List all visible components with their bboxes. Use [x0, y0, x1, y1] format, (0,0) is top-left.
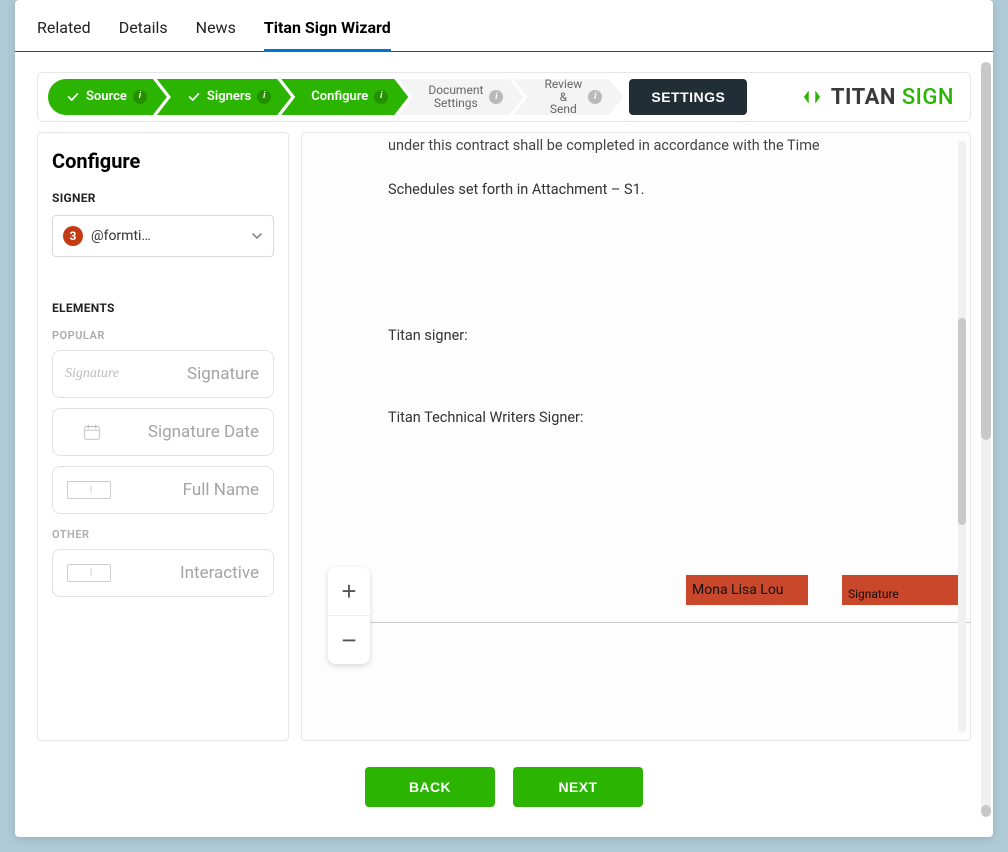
doc-text-schedules: Schedules set forth in Attachment – S1. — [388, 177, 930, 203]
next-button[interactable]: NEXT — [513, 767, 643, 807]
tab-related[interactable]: Related — [37, 18, 91, 51]
chevron-down-icon — [251, 227, 263, 246]
signature-icon: Signature — [67, 366, 117, 382]
popular-group-label: POPULAR — [52, 329, 274, 342]
configure-sidebar: Configure SIGNER 3 @formti… ELEMENTS POP… — [37, 132, 289, 741]
tab-news[interactable]: News — [196, 18, 236, 51]
element-full-name[interactable]: I Full Name — [52, 466, 274, 514]
wizard-bar: Source i Signers i Configure i — [37, 72, 971, 122]
elements-heading: ELEMENTS — [52, 301, 274, 315]
app-window: Related Details News Titan Sign Wizard S… — [15, 0, 993, 837]
step-review-l3: Send — [550, 103, 577, 116]
step-signers-label: Signers — [207, 90, 251, 104]
element-fullname-label: Full Name — [183, 480, 259, 500]
info-icon[interactable]: i — [257, 90, 271, 104]
sidebar-title: Configure — [52, 149, 274, 173]
window-scrollbar[interactable] — [981, 62, 991, 817]
element-signature-date[interactable]: Signature Date — [52, 408, 274, 456]
step-document-settings[interactable]: Document Settings i — [398, 79, 523, 115]
signer-value: @formti… — [91, 228, 243, 244]
step-review-send[interactable]: Review & Send i — [513, 79, 623, 115]
info-icon[interactable]: i — [374, 90, 388, 104]
document-canvas[interactable]: under this contract shall be completed i… — [301, 132, 971, 741]
brand-word-titan: TITAN — [831, 85, 896, 110]
step-source[interactable]: Source i — [48, 79, 167, 115]
step-source-label: Source — [86, 90, 127, 104]
element-sigdate-label: Signature Date — [148, 422, 259, 442]
scrollbar-thumb[interactable] — [981, 62, 991, 440]
wizard-steps: Source i Signers i Configure i — [48, 79, 623, 115]
brand: TITAN SIGN — [799, 84, 960, 110]
doc-text-line-top: under this contract shall be completed i… — [388, 133, 930, 159]
zoom-control: + − — [328, 567, 370, 664]
doc-text-titan-signer: Titan signer: — [388, 323, 930, 349]
check-icon — [187, 90, 201, 104]
back-button[interactable]: BACK — [365, 767, 495, 807]
document-page: under this contract shall be completed i… — [368, 132, 970, 623]
wizard-footer: BACK NEXT — [15, 741, 993, 837]
element-interactive-label: Interactive — [180, 563, 259, 583]
other-group-label: OTHER — [52, 528, 274, 541]
step-configure-label: Configure — [311, 90, 368, 104]
element-signature-label: Signature — [187, 364, 259, 384]
placed-field-name[interactable]: Mona Lisa Lou — [686, 575, 808, 605]
step-docsettings-l2: Settings — [434, 97, 478, 110]
brand-text: TITAN SIGN — [831, 85, 954, 110]
signer-dropdown[interactable]: 3 @formti… — [52, 215, 274, 257]
step-signers[interactable]: Signers i — [157, 79, 291, 115]
check-icon — [66, 90, 80, 104]
tab-titan-sign-wizard[interactable]: Titan Sign Wizard — [264, 18, 391, 51]
record-tabs: Related Details News Titan Sign Wizard — [15, 0, 993, 52]
zoom-in-button[interactable]: + — [328, 567, 370, 615]
main-area: Configure SIGNER 3 @formti… ELEMENTS POP… — [15, 122, 993, 741]
step-review-l1: Review — [544, 78, 582, 91]
brand-logo-icon — [799, 84, 825, 110]
info-icon[interactable]: i — [588, 90, 602, 104]
settings-button[interactable]: SETTINGS — [629, 79, 747, 115]
doc-text-writers-signer: Titan Technical Writers Signer: — [388, 405, 930, 431]
element-interactive[interactable]: I Interactive — [52, 549, 274, 597]
scrollbar-thumb-bottom[interactable] — [981, 805, 991, 817]
step-configure[interactable]: Configure i — [281, 79, 408, 115]
zoom-out-button[interactable]: − — [328, 616, 370, 664]
textbox-icon: I — [67, 564, 111, 582]
scrollbar-thumb[interactable] — [958, 318, 966, 525]
signer-badge: 3 — [63, 226, 83, 246]
info-icon[interactable]: i — [489, 90, 503, 104]
placed-field-signature[interactable]: Signature — [842, 575, 964, 605]
textbox-icon: I — [67, 481, 111, 499]
info-icon[interactable]: i — [133, 90, 147, 104]
calendar-icon — [67, 421, 117, 443]
brand-word-sign: SIGN — [902, 85, 954, 110]
element-signature[interactable]: Signature Signature — [52, 350, 274, 398]
tab-details[interactable]: Details — [119, 18, 168, 51]
canvas-scrollbar[interactable] — [958, 141, 966, 732]
signer-heading: SIGNER — [52, 191, 274, 205]
